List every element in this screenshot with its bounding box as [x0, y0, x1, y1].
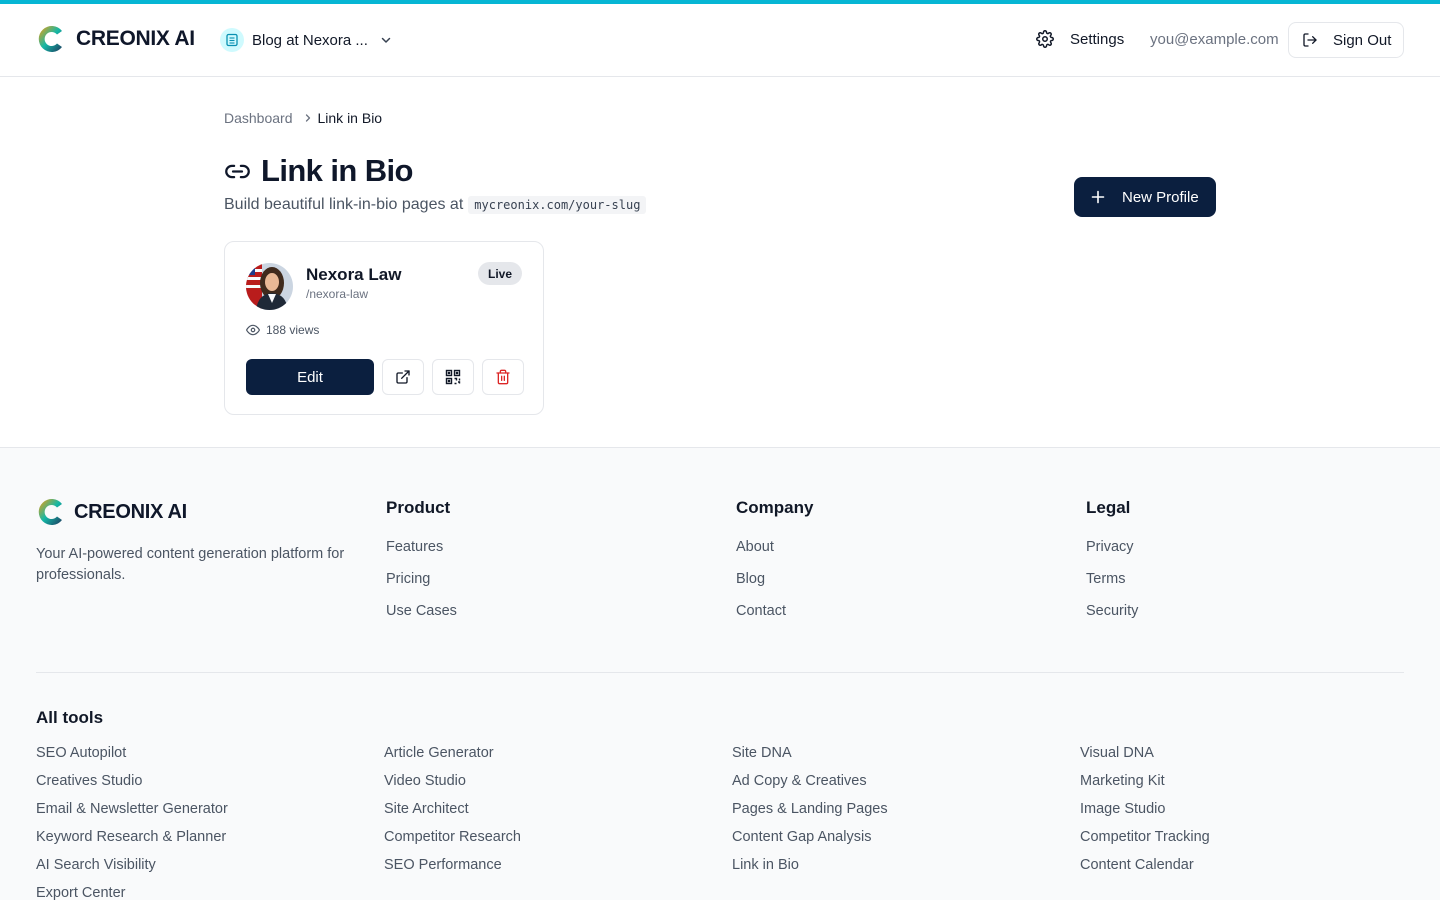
footer-link[interactable]: Features [386, 539, 457, 571]
slug-url-example: mycreonix.com/your-slug [468, 196, 647, 214]
tool-link[interactable]: Site DNA [732, 745, 1080, 773]
breadcrumb-current: Link in Bio [317, 110, 383, 126]
footer-link[interactable]: Terms [1086, 571, 1138, 603]
link-icon [225, 164, 250, 178]
tool-link[interactable]: Video Studio [384, 773, 732, 801]
footer-column-legal: Legal Privacy Terms Security [1086, 498, 1138, 635]
tool-link[interactable]: Content Gap Analysis [732, 829, 1080, 857]
tool-link[interactable]: SEO Performance [384, 857, 732, 885]
tool-link[interactable]: Marketing Kit [1080, 773, 1428, 801]
tool-link[interactable]: Export Center [36, 885, 384, 900]
chevron-down-icon [381, 37, 391, 43]
page-title: Link in Bio [261, 153, 413, 188]
building-icon [220, 28, 244, 52]
brand-name: CREONIX AI [76, 27, 195, 50]
creonix-logo-icon [38, 499, 62, 525]
tool-link[interactable]: Competitor Tracking [1080, 829, 1428, 857]
tool-link[interactable]: Content Calendar [1080, 857, 1428, 885]
app-header: CREONIX AI Blog at Nexora ... Settings y… [0, 4, 1440, 77]
footer-divider [36, 672, 1404, 673]
tool-link[interactable]: Creatives Studio [36, 773, 384, 801]
page-title-row: Link in Bio [224, 153, 413, 189]
tool-link[interactable]: Image Studio [1080, 801, 1428, 829]
gear-icon [1036, 30, 1054, 48]
eye-icon [246, 324, 260, 336]
footer-link[interactable]: Privacy [1086, 539, 1138, 571]
all-tools-heading: All tools [36, 708, 104, 727]
footer-link[interactable]: Blog [736, 571, 813, 603]
new-profile-label: New Profile [1122, 188, 1199, 206]
tool-link[interactable]: AI Search Visibility [36, 857, 384, 885]
footer-link[interactable]: Use Cases [386, 603, 457, 635]
settings-label: Settings [1070, 30, 1125, 48]
sign-out-label: Sign Out [1333, 31, 1392, 49]
breadcrumb-dashboard[interactable]: Dashboard [224, 110, 293, 126]
footer-tagline: Your AI-powered content generation platf… [36, 546, 345, 583]
views-text: 188 views [266, 323, 320, 337]
page-subtitle: Build beautiful link-in-bio pages at myc… [224, 196, 647, 214]
avatar [246, 263, 293, 310]
brand-logo[interactable]: CREONIX AI [36, 23, 195, 55]
page-subtitle-text: Build beautiful link-in-bio pages at [224, 196, 464, 213]
footer-link[interactable]: Pricing [386, 571, 457, 603]
footer-link[interactable]: About [736, 539, 813, 571]
tool-link[interactable]: Site Architect [384, 801, 732, 829]
footer-column-product: Product Features Pricing Use Cases [386, 498, 457, 635]
sign-out-button[interactable]: Sign Out [1288, 22, 1404, 58]
settings-link[interactable]: Settings [1036, 30, 1124, 48]
tool-link[interactable]: Visual DNA [1080, 745, 1428, 773]
open-profile-button[interactable] [382, 359, 424, 395]
footer-column-company: Company About Blog Contact [736, 498, 813, 635]
footer-link[interactable]: Contact [736, 603, 813, 635]
footer-logo[interactable]: CREONIX AI [36, 496, 187, 528]
creonix-logo-icon [38, 26, 62, 53]
tool-link[interactable]: Link in Bio [732, 857, 1080, 885]
trash-icon [496, 369, 510, 385]
edit-button[interactable]: Edit [246, 359, 374, 395]
breadcrumb: Dashboard Link in Bio [224, 110, 382, 126]
chevron-right-icon [305, 114, 310, 122]
site-footer: CREONIX AI Your AI-powered content gener… [0, 447, 1440, 900]
profile-card: Nexora Law /nexora-law Live 188 views Ed… [224, 241, 544, 415]
site-switcher-label: Blog at Nexora ... [252, 31, 368, 49]
tool-link[interactable]: Ad Copy & Creatives [732, 773, 1080, 801]
all-tools-list: SEO Autopilot Article Generator Site DNA… [36, 745, 1428, 900]
log-out-icon [1303, 33, 1317, 47]
footer-column-title: Company [736, 498, 814, 517]
tool-link[interactable]: Competitor Research [384, 829, 732, 857]
views-count: 188 views [246, 323, 319, 337]
status-badge: Live [478, 262, 523, 285]
tool-link[interactable]: Pages & Landing Pages [732, 801, 1080, 829]
footer-link[interactable]: Security [1086, 603, 1138, 635]
qr-code-icon [445, 369, 461, 385]
delete-profile-button[interactable] [482, 359, 524, 395]
footer-column-title: Legal [1086, 498, 1131, 517]
new-profile-button[interactable]: New Profile [1074, 177, 1216, 217]
external-link-icon [396, 370, 410, 384]
site-switcher[interactable]: Blog at Nexora ... [220, 28, 392, 52]
footer-brand-name: CREONIX AI [74, 500, 187, 523]
footer-column-title: Product [386, 498, 451, 517]
tool-link[interactable]: SEO Autopilot [36, 745, 384, 773]
tool-link[interactable]: Email & Newsletter Generator [36, 801, 384, 829]
tool-link[interactable]: Article Generator [384, 745, 732, 773]
profile-name: Nexora Law [306, 265, 402, 284]
tool-link[interactable]: Keyword Research & Planner [36, 829, 384, 857]
profile-slug: /nexora-law [306, 287, 369, 301]
user-email: you@example.com [1150, 31, 1279, 48]
qr-code-button[interactable] [432, 359, 474, 395]
plus-icon [1091, 190, 1105, 204]
